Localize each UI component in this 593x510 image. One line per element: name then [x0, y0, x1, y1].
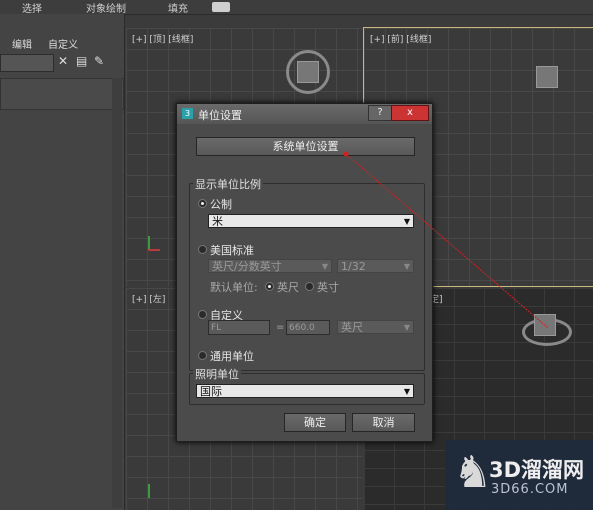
inches-label[interactable]: 英寸	[317, 279, 339, 295]
viewport-front-label[interactable]: [+] [前] [线框]	[370, 32, 431, 45]
lighting-units-select[interactable]: 国际 ▼	[196, 384, 414, 398]
feet-radio[interactable]	[265, 282, 274, 291]
edit-icon[interactable]: ✎	[94, 54, 104, 68]
ribbon-fill[interactable]: 填充	[168, 0, 188, 15]
name-field[interactable]	[0, 54, 54, 72]
cancel-button[interactable]: 取消	[352, 413, 415, 432]
metric-radio[interactable]	[198, 199, 207, 208]
us-standard-select[interactable]: 英尺/分数英寸 ▼	[208, 259, 332, 273]
modifier-list[interactable]	[0, 78, 124, 110]
viewcube-icon[interactable]	[536, 66, 558, 88]
viewcube-icon[interactable]	[534, 314, 556, 336]
tab-edit[interactable]: 编辑	[12, 36, 32, 51]
dialog-titlebar[interactable]: 3 单位设置 ? x	[177, 104, 432, 124]
watermark-url: 3D66.COM	[491, 482, 569, 497]
help-button[interactable]: ?	[368, 105, 392, 121]
units-setup-dialog: 3 单位设置 ? x 系统单位设置 显示单位比例 公制 米 ▼ 美国标准 英尺/分…	[176, 103, 433, 442]
ribbon-select[interactable]: 选择	[22, 0, 42, 15]
equals-label: =	[276, 322, 285, 333]
lighting-units-label: 照明单位	[193, 366, 241, 382]
us-standard-radio[interactable]	[198, 245, 207, 254]
watermark-title: 3D溜溜网	[489, 458, 585, 482]
generic-units-radio[interactable]	[198, 351, 207, 360]
viewcube-icon[interactable]	[297, 61, 319, 83]
custom-unit-select[interactable]: 英尺 ▼	[337, 320, 414, 334]
tab-customize[interactable]: 自定义	[48, 36, 78, 51]
deer-logo-icon: ♞	[453, 447, 493, 498]
chevron-down-icon: ▼	[403, 262, 410, 271]
display-unit-scale-label: 显示单位比例	[193, 176, 263, 192]
watermark: ♞ 3D溜溜网 3D66.COM	[445, 440, 593, 510]
ribbon-object-paint[interactable]: 对象绘制	[86, 0, 126, 15]
default-unit-label: 默认单位:	[210, 281, 258, 294]
command-panel: 编辑 自定义 ✕ ▤ ✎	[0, 14, 125, 510]
custom-radio[interactable]	[198, 310, 207, 319]
system-unit-setup-button[interactable]: 系统单位设置	[196, 137, 415, 156]
viewport-left-label[interactable]: [+] [左]	[132, 292, 165, 305]
generic-units-label[interactable]: 通用单位	[210, 348, 254, 364]
chevron-down-icon: ▼	[321, 262, 328, 271]
metric-label[interactable]: 公制	[210, 196, 232, 212]
axis-y-indicator	[148, 484, 150, 498]
chevron-down-icon: ▼	[403, 323, 410, 332]
command-panel-tabs: 编辑 自定义	[0, 36, 124, 51]
ok-button[interactable]: 确定	[284, 413, 346, 432]
custom-value-field[interactable]: 660.0	[286, 320, 330, 335]
clear-icon[interactable]: ✕	[58, 54, 68, 68]
us-standard-label[interactable]: 美国标准	[210, 242, 254, 258]
metric-select[interactable]: 米 ▼	[208, 214, 414, 228]
axis-y-indicator	[148, 236, 150, 250]
list-icon[interactable]: ▤	[76, 54, 87, 68]
dialog-title: 单位设置	[198, 109, 242, 122]
panel-scrollbar[interactable]	[112, 78, 122, 508]
feet-label[interactable]: 英尺	[277, 279, 299, 295]
axis-x-indicator	[148, 249, 160, 251]
fraction-select[interactable]: 1/32 ▼	[337, 259, 414, 273]
top-ribbon: 选择 对象绘制 填充	[0, 0, 593, 15]
close-button[interactable]: x	[391, 105, 429, 121]
app-icon: 3	[182, 108, 193, 119]
inches-radio[interactable]	[305, 282, 314, 291]
chevron-down-icon: ▼	[403, 387, 410, 396]
chevron-down-icon: ▼	[403, 217, 410, 226]
viewport-top-label[interactable]: [+] [顶] [线框]	[132, 32, 193, 45]
display-toggle-icon[interactable]	[212, 2, 230, 12]
custom-name-field[interactable]: FL	[208, 320, 270, 335]
